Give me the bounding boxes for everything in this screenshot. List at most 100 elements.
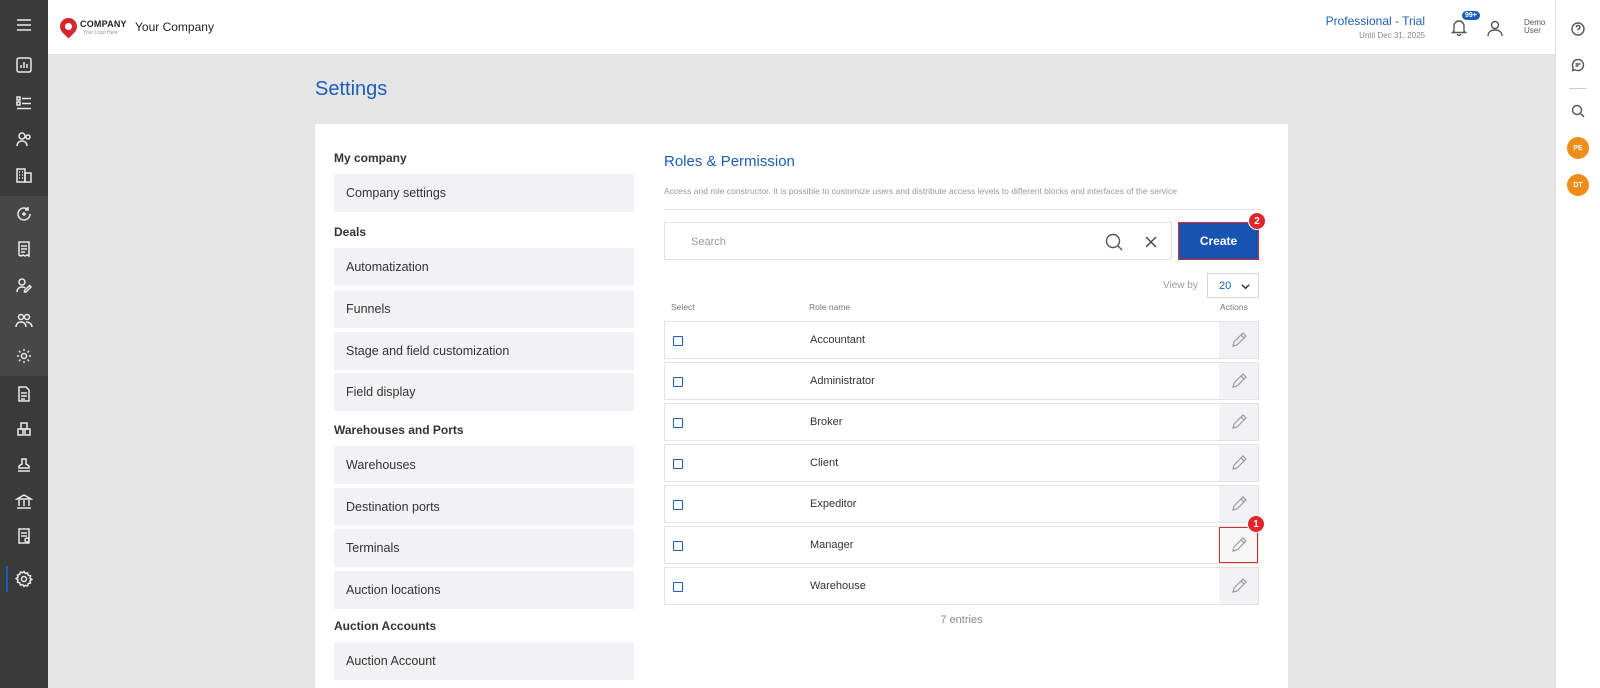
pencil-icon — [1231, 373, 1247, 388]
user-avatar-button[interactable] — [1485, 18, 1505, 38]
search-input[interactable] — [675, 231, 1075, 253]
search-box — [664, 222, 1172, 260]
list-icon[interactable] — [0, 85, 48, 121]
menu-item-automatization[interactable]: Automatization — [334, 248, 634, 286]
menu-item-terminals[interactable]: Terminals — [334, 529, 634, 567]
divider — [664, 209, 1260, 210]
sync-icon[interactable] — [0, 196, 48, 232]
menu-item-field-display[interactable]: Field display — [334, 373, 634, 411]
plan-info[interactable]: Professional - Trial Until Dec 31, 2025 — [1326, 14, 1425, 40]
active-indicator — [6, 566, 8, 592]
column-header-role-name: Role name — [809, 302, 851, 312]
menu-icon[interactable] — [0, 7, 48, 43]
menu-item-funnels[interactable]: Funnels — [334, 290, 634, 328]
table-row: Administrator — [664, 362, 1259, 400]
column-header-select: Select — [671, 302, 695, 312]
search-icon[interactable] — [1105, 233, 1123, 251]
column-header-actions: Actions — [1220, 302, 1248, 312]
pencil-icon — [1231, 537, 1247, 552]
left-sidebar — [0, 0, 48, 688]
table-row: Manager — [664, 526, 1259, 564]
user-icon — [1487, 20, 1503, 37]
warehouse-icon[interactable] — [0, 411, 48, 447]
logo-subtitle: Your Logo Here — [83, 30, 118, 36]
menu-item-auction-account[interactable]: Auction Account — [334, 642, 634, 680]
view-by-value: 20 — [1219, 279, 1232, 292]
row-checkbox[interactable] — [673, 336, 683, 346]
plan-until: Until Dec 31, 2025 — [1359, 31, 1425, 40]
top-header: COMPANY Your Logo Here Your Company Prof… — [48, 0, 1555, 55]
dashboard-icon[interactable] — [0, 47, 48, 83]
row-checkbox[interactable] — [673, 541, 683, 551]
settings-card: My company Company settings Deals Automa… — [315, 124, 1288, 688]
entries-count: 7 entries — [940, 614, 983, 626]
plan-name: Professional - Trial — [1325, 14, 1425, 28]
row-checkbox[interactable] — [673, 500, 683, 510]
role-name: Expeditor — [810, 498, 857, 510]
right-rail: PE DT — [1555, 0, 1600, 688]
buildings-icon[interactable] — [0, 157, 48, 193]
row-checkbox[interactable] — [673, 582, 683, 592]
logo-title: COMPANY — [80, 19, 127, 29]
role-name: Administrator — [810, 375, 875, 387]
step-badge-2: 2 — [1248, 212, 1266, 230]
view-by-label: View by — [1163, 280, 1198, 291]
logo-pin-icon — [56, 14, 81, 39]
roles-title: Roles & Permission — [664, 153, 795, 170]
table-row: Broker — [664, 403, 1259, 441]
page-title: Settings — [315, 78, 388, 100]
edit-button[interactable] — [1219, 404, 1258, 440]
menu-item-warehouses[interactable]: Warehouses — [334, 446, 634, 484]
user-name[interactable]: Demo User — [1524, 19, 1554, 35]
document-icon[interactable] — [0, 376, 48, 412]
menu-section-title: My company — [334, 151, 407, 165]
avatar-dt[interactable]: DT — [1567, 174, 1589, 196]
search-icon[interactable] — [1567, 100, 1589, 122]
bank-icon[interactable] — [0, 483, 48, 519]
users-icon[interactable] — [0, 302, 48, 338]
table-row: Warehouse — [664, 567, 1259, 605]
user-edit-icon[interactable] — [0, 267, 48, 303]
pencil-icon — [1231, 455, 1247, 470]
chat-icon[interactable] — [1567, 54, 1589, 76]
role-name: Client — [810, 457, 839, 469]
invoice-icon[interactable] — [0, 518, 48, 554]
row-checkbox[interactable] — [673, 418, 683, 428]
edit-button[interactable] — [1219, 568, 1258, 604]
notifications-button[interactable]: 99+ — [1450, 11, 1480, 38]
contacts-icon[interactable] — [0, 121, 48, 157]
pencil-icon — [1231, 578, 1247, 593]
menu-item-stage-field-customization[interactable]: Stage and field customization — [334, 332, 634, 370]
chevron-down-icon — [1241, 284, 1250, 290]
edit-button[interactable] — [1219, 322, 1258, 358]
view-by-select[interactable]: 20 — [1207, 273, 1259, 298]
table-row: Accountant — [664, 321, 1259, 359]
clear-icon[interactable] — [1144, 235, 1158, 249]
gear-user-icon[interactable] — [0, 338, 48, 374]
pencil-icon — [1231, 414, 1247, 429]
role-name: Accountant — [810, 334, 866, 346]
role-name: Warehouse — [810, 580, 866, 592]
role-name: Manager — [810, 539, 854, 551]
avatar-pe[interactable]: PE — [1567, 137, 1589, 159]
bell-icon — [1450, 20, 1468, 37]
notifications-badge: 99+ — [1462, 11, 1480, 20]
step-badge-1: 1 — [1247, 515, 1265, 533]
edit-button[interactable] — [1219, 363, 1258, 399]
create-button[interactable]: Create — [1178, 222, 1259, 260]
company-logo[interactable]: COMPANY Your Logo Here — [56, 14, 128, 39]
menu-item-auction-locations[interactable]: Auction locations — [334, 571, 634, 609]
help-icon[interactable] — [1567, 18, 1589, 40]
row-checkbox[interactable] — [673, 459, 683, 469]
stamp-icon[interactable] — [0, 447, 48, 483]
row-checkbox[interactable] — [673, 377, 683, 387]
edit-button[interactable] — [1219, 445, 1258, 481]
menu-section-title: Auction Accounts — [334, 619, 437, 633]
role-name: Broker — [810, 416, 843, 428]
menu-item-destination-ports[interactable]: Destination ports — [334, 488, 634, 526]
receipt-icon[interactable] — [0, 231, 48, 267]
pencil-icon — [1231, 332, 1247, 347]
menu-item-company-settings[interactable]: Company settings — [334, 174, 634, 212]
roles-description: Access and role constructor. It is possi… — [664, 186, 1177, 196]
table-row: Client — [664, 444, 1259, 482]
